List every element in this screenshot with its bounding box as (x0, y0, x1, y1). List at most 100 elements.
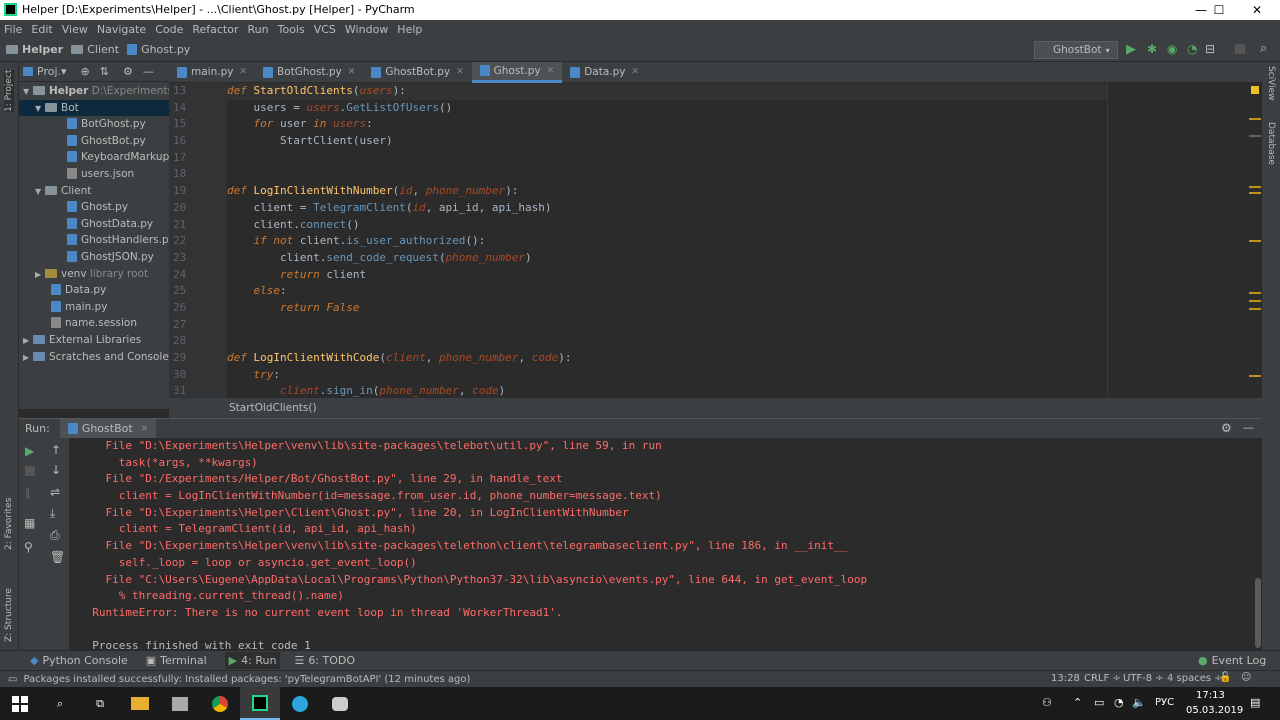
rerun-icon[interactable]: ▶ (25, 444, 34, 458)
breadcrumb-helper[interactable]: Helper (22, 43, 63, 56)
network-icon[interactable]: ◔ (1114, 696, 1124, 709)
tree-file[interactable]: KeyboardMarkups.p (19, 149, 169, 166)
app-icon[interactable] (320, 687, 360, 720)
tree-file[interactable]: Data.py (19, 282, 169, 299)
tree-file[interactable]: GhostJSON.py (19, 249, 169, 266)
tree-file[interactable]: BotGhost.py (19, 116, 169, 133)
menu-window[interactable]: Window (345, 23, 388, 36)
app-icon[interactable] (160, 687, 200, 720)
file-explorer-icon[interactable] (120, 687, 160, 720)
notification-icon[interactable]: ▤ (1250, 696, 1260, 709)
todo-tab[interactable]: ☰ 6: TODO (294, 654, 355, 667)
hide-icon[interactable]: — (1243, 421, 1254, 434)
clock-time[interactable]: 17:13 (1196, 690, 1225, 701)
task-view-icon[interactable]: ⧉ (80, 687, 120, 720)
caret-position[interactable]: 13:28 (1051, 673, 1080, 684)
chrome-icon[interactable] (200, 687, 240, 720)
menu-file[interactable]: File (4, 23, 22, 36)
stop-icon[interactable] (25, 466, 35, 476)
close-tab-icon[interactable]: ✕ (632, 67, 640, 77)
file-encoding[interactable]: UTF-8 ÷ (1123, 673, 1164, 684)
line-separator[interactable]: CRLF ÷ (1084, 673, 1121, 684)
structure-tool-button[interactable]: Z: Structure (4, 588, 14, 642)
people-icon[interactable]: ⚇ (1042, 696, 1052, 709)
menu-view[interactable]: View (62, 23, 88, 36)
up-arrow-icon[interactable]: ↑ (51, 443, 61, 457)
warning-marker[interactable] (1249, 375, 1261, 377)
close-tab-icon[interactable]: ✕ (348, 67, 356, 77)
locate-icon[interactable]: ⊕ (81, 65, 90, 78)
debug-icon[interactable]: ✱ (1147, 42, 1157, 56)
inspection-status-icon[interactable] (1251, 86, 1259, 94)
tree-scratches[interactable]: ▶ Scratches and Consoles (19, 349, 169, 366)
tree-root-helper[interactable]: ▼ Helper D:\Experiments\He (19, 83, 169, 100)
code-editor[interactable]: def StartOldClients(users): users = user… (227, 83, 1107, 398)
close-tab-icon[interactable]: ✕ (456, 67, 464, 77)
menu-navigate[interactable]: Navigate (97, 23, 146, 36)
close-tab-icon[interactable]: ✕ (239, 67, 247, 77)
tab-botghost[interactable]: BotGhost.py ✕ (255, 62, 363, 83)
gear-icon[interactable]: ⚙ (1221, 421, 1232, 435)
menu-refactor[interactable]: Refactor (192, 23, 238, 36)
volume-icon[interactable]: 🔈 (1132, 696, 1146, 709)
inspector-icon[interactable]: ☺ (1241, 672, 1251, 683)
database-tool-button[interactable]: Database (1266, 122, 1276, 165)
close-tab-icon[interactable]: ✕ (547, 66, 555, 76)
warning-marker[interactable] (1249, 308, 1261, 310)
tree-file[interactable]: name.session (19, 315, 169, 332)
close-button[interactable]: ✕ (1240, 0, 1274, 20)
sciview-tool-button[interactable]: SciView (1266, 66, 1276, 101)
hide-icon[interactable]: — (143, 65, 154, 78)
stop-icon[interactable] (1235, 44, 1245, 54)
tree-folder-client[interactable]: ▼ Client (19, 183, 169, 200)
tab-main[interactable]: main.py ✕ (169, 62, 255, 83)
profile-icon[interactable]: ◔ (1187, 42, 1197, 56)
tab-ghostbot[interactable]: GhostBot.py ✕ (363, 62, 471, 83)
pause-icon[interactable]: ‖ (25, 486, 31, 499)
menu-edit[interactable]: Edit (31, 23, 52, 36)
gear-icon[interactable]: ⚙ (123, 65, 133, 78)
console-scrollbar[interactable] (1254, 438, 1262, 650)
tree-file[interactable]: GhostBot.py (19, 133, 169, 150)
search-icon[interactable]: ⌕ (1260, 41, 1267, 56)
menu-run[interactable]: Run (248, 23, 269, 36)
menu-code[interactable]: Code (155, 23, 183, 36)
run-tab-ghostbot[interactable]: GhostBot ✕ (59, 418, 157, 439)
clock-date[interactable]: 05.03.2019 (1186, 705, 1243, 716)
warning-marker[interactable] (1249, 300, 1261, 302)
tab-data[interactable]: Data.py ✕ (562, 62, 647, 83)
breadcrumb-ghost[interactable]: Ghost.py (141, 43, 190, 56)
breadcrumb-client[interactable]: Client (87, 43, 119, 56)
run-tab[interactable]: ▶ 4: Run (224, 652, 281, 669)
maximize-button[interactable]: ☐ (1202, 0, 1236, 20)
terminal-tab[interactable]: ▣ Terminal (146, 654, 207, 667)
tree-file[interactable]: users.json (19, 166, 169, 183)
menu-help[interactable]: Help (397, 23, 422, 36)
favorites-tool-button[interactable]: 2: Favorites (4, 498, 14, 550)
search-icon[interactable]: ⌕ (40, 687, 80, 720)
collapse-icon[interactable]: ⇅ (100, 65, 109, 78)
warning-marker[interactable] (1249, 192, 1261, 194)
run-console[interactable]: File "D:\Experiments\Helper\venv\lib\sit… (69, 438, 1254, 650)
scroll-thumb[interactable] (1255, 578, 1261, 648)
tree-file[interactable]: Ghost.py (19, 199, 169, 216)
pin-icon[interactable]: ⚲ (24, 540, 33, 554)
print-icon[interactable]: ⎙ (50, 528, 60, 543)
tree-folder-venv[interactable]: ▶ venv library root (19, 266, 169, 283)
menu-vcs[interactable]: VCS (314, 23, 336, 36)
warning-marker[interactable] (1249, 292, 1261, 294)
warning-marker[interactable] (1249, 186, 1261, 188)
telegram-icon[interactable] (280, 687, 320, 720)
trash-icon[interactable]: 🗑 (50, 550, 65, 564)
event-log-tab[interactable]: ● Event Log (1198, 654, 1266, 667)
tree-folder-bot[interactable]: ▼ Bot (19, 99, 169, 117)
down-arrow-icon[interactable]: ↓ (51, 463, 61, 477)
input-language[interactable]: РУС (1155, 697, 1174, 708)
battery-icon[interactable]: ▭ (1094, 696, 1104, 709)
status-message[interactable]: Packages installed successfully: Install… (23, 674, 470, 685)
tab-ghost[interactable]: Ghost.py ✕ (471, 61, 563, 83)
pycharm-taskbar-icon[interactable] (240, 687, 280, 720)
scroll-to-end-icon[interactable]: ⤓ (50, 506, 55, 521)
windows-start-icon[interactable] (0, 687, 40, 720)
chevron-up-icon[interactable]: ⌃ (1073, 696, 1082, 709)
